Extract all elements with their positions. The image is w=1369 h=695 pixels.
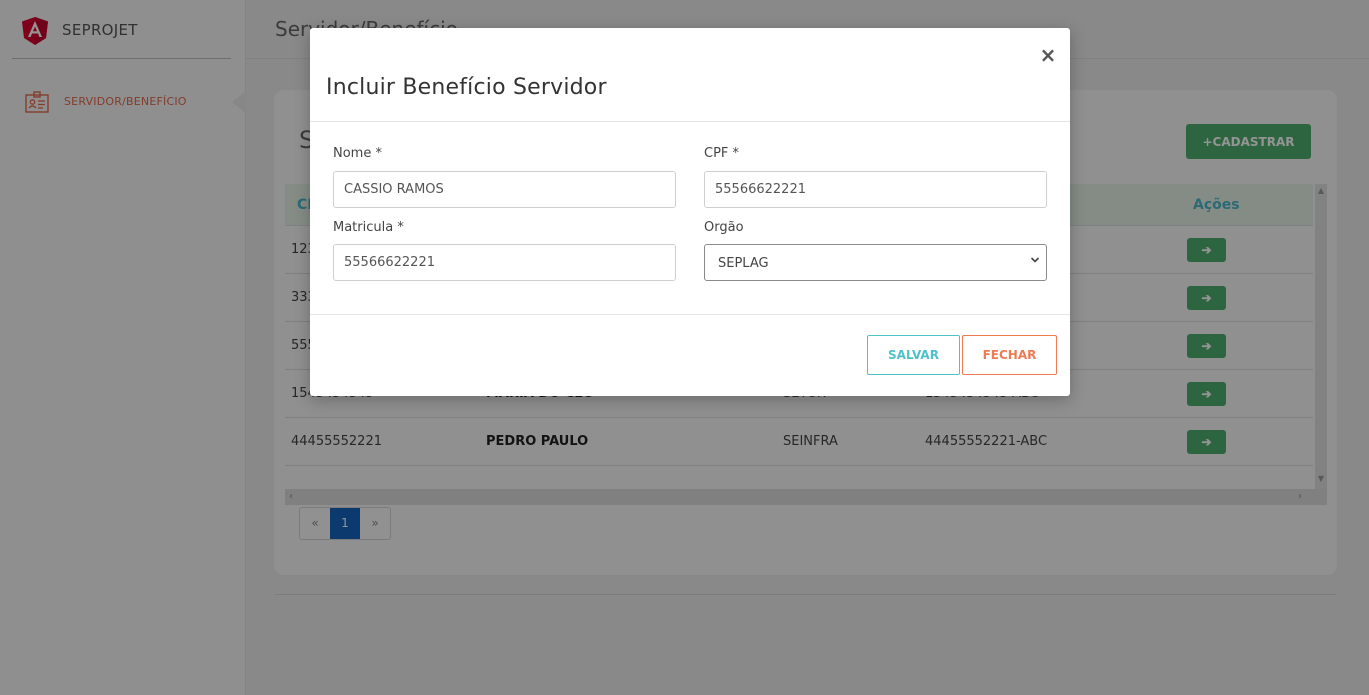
salvar-button[interactable]: SALVAR [867, 335, 960, 375]
cpf-field[interactable] [704, 171, 1047, 208]
nome-label: Nome * [333, 146, 382, 161]
matricula-label: Matricula * [333, 220, 404, 235]
fechar-button[interactable]: FECHAR [962, 335, 1057, 375]
matricula-field[interactable] [333, 244, 676, 281]
orgao-selected-value: SEPLAG [718, 256, 769, 271]
orgao-label: Orgão [704, 220, 744, 235]
close-icon[interactable]: × [1036, 44, 1060, 66]
modal-header: Incluir Benefício Servidor × [310, 28, 1070, 122]
modal-title: Incluir Benefício Servidor [326, 75, 607, 100]
cpf-label: CPF * [704, 146, 740, 161]
nome-field[interactable] [333, 171, 676, 208]
orgao-select[interactable]: SEPLAG [704, 244, 1047, 281]
modal-footer-divider [310, 314, 1070, 315]
incluir-beneficio-modal: Incluir Benefício Servidor × Nome * CPF … [310, 28, 1070, 396]
chevron-down-icon [1030, 257, 1040, 263]
